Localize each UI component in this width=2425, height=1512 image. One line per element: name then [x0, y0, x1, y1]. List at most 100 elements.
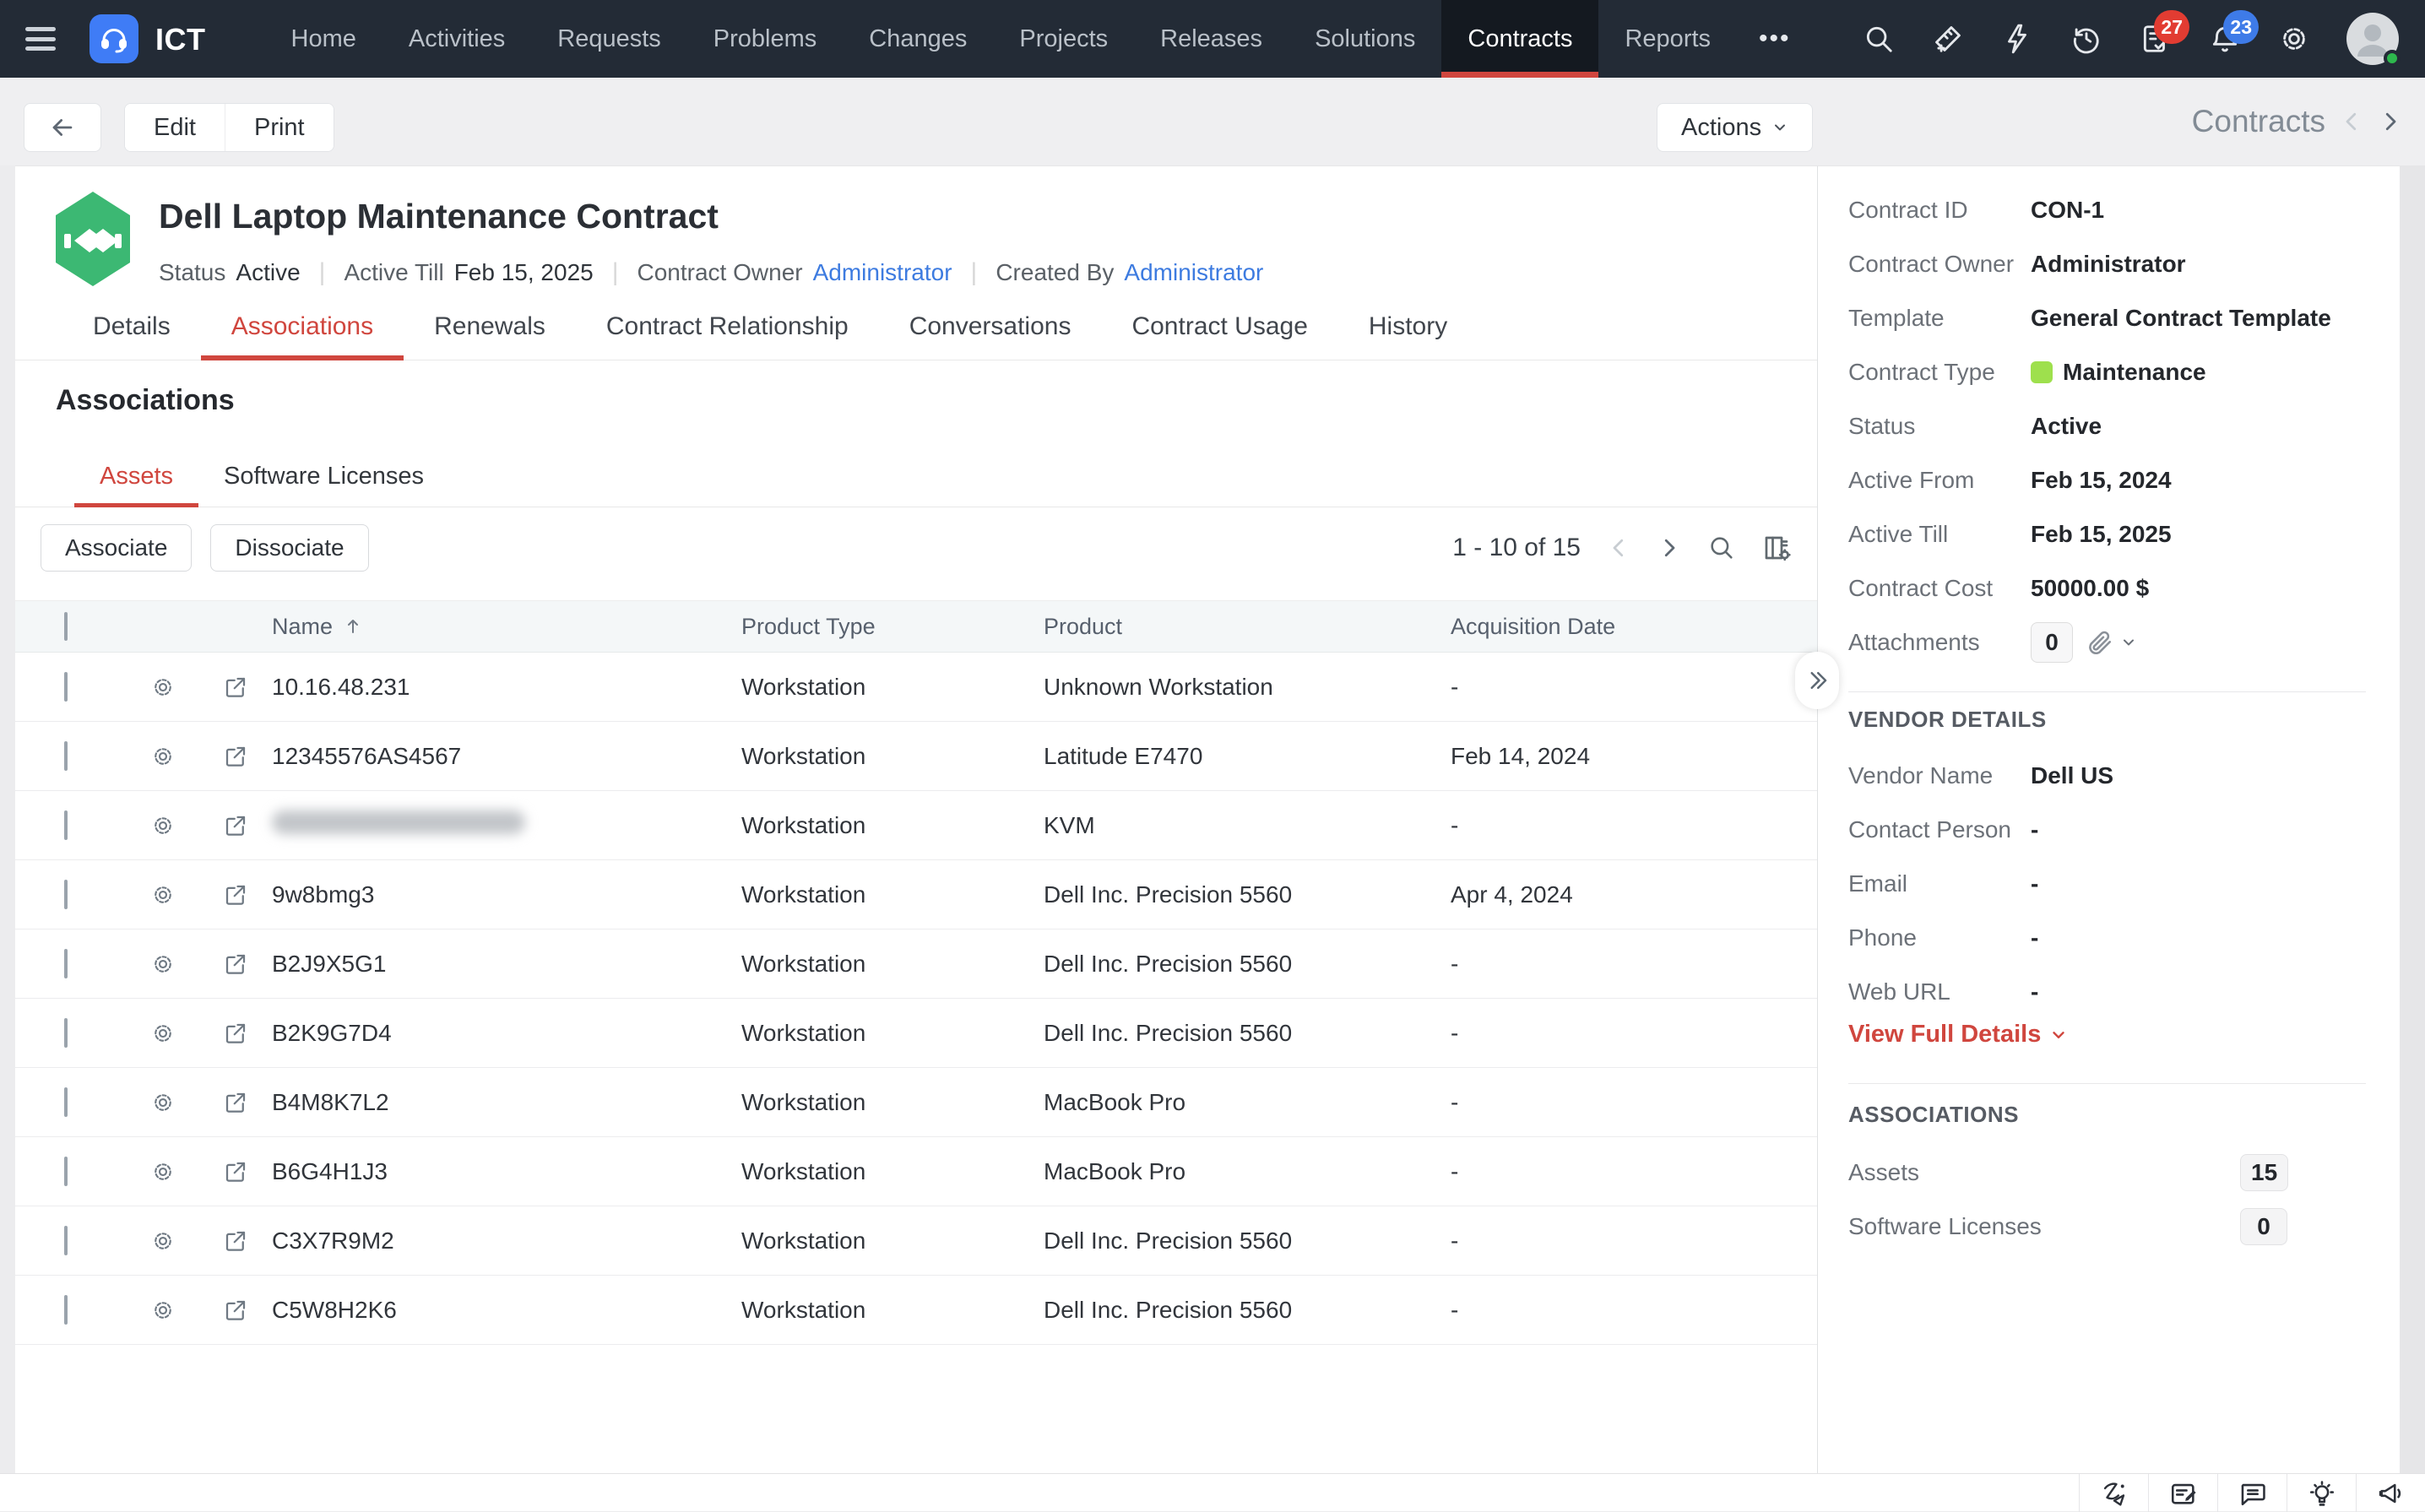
assets-table: Name Product Type Product Acquisition Da…	[15, 600, 1817, 1345]
owner-link[interactable]: Administrator	[813, 259, 952, 286]
row-settings-gear-icon[interactable]	[150, 1159, 176, 1184]
view-full-details-link[interactable]: View Full Details	[1848, 1021, 2068, 1049]
row-settings-gear-icon[interactable]	[150, 882, 176, 908]
column-header-name[interactable]: Name	[272, 614, 333, 640]
contract-type-swatch	[2031, 361, 2053, 383]
settings-gear-icon[interactable]	[2277, 22, 2311, 56]
open-in-new-icon[interactable]	[223, 1021, 248, 1046]
product-type-cell: Workstation	[741, 951, 1044, 978]
open-in-new-icon[interactable]	[223, 1298, 248, 1323]
row-checkbox[interactable]	[64, 949, 68, 978]
open-in-new-icon[interactable]	[223, 1159, 248, 1184]
subtab-assets[interactable]: Assets	[74, 445, 198, 507]
open-in-new-icon[interactable]	[223, 675, 248, 700]
row-checkbox[interactable]	[64, 810, 68, 840]
nav-item-reports[interactable]: Reports	[1598, 0, 1737, 78]
nav-item-changes[interactable]: Changes	[843, 0, 993, 78]
open-in-new-icon[interactable]	[223, 813, 248, 838]
row-settings-gear-icon[interactable]	[150, 951, 176, 977]
tab-conversations[interactable]: Conversations	[879, 293, 1102, 360]
column-header-acquisition-date[interactable]: Acquisition Date	[1451, 614, 1817, 640]
attachments-count[interactable]: 0	[2031, 622, 2073, 663]
feedback-note-icon[interactable]	[2148, 1474, 2217, 1512]
hamburger-menu-icon[interactable]	[25, 27, 56, 51]
nav-item-releases[interactable]: Releases	[1134, 0, 1288, 78]
dissociate-button[interactable]: Dissociate	[210, 524, 368, 572]
app-logo-headset-icon[interactable]	[90, 14, 138, 63]
user-avatar[interactable]	[2346, 13, 2399, 65]
search-icon[interactable]	[1862, 22, 1896, 56]
nav-item-requests[interactable]: Requests	[531, 0, 687, 78]
open-in-new-icon[interactable]	[223, 951, 248, 977]
table-search-icon[interactable]	[1707, 534, 1736, 562]
nav-more-button[interactable]: •••	[1737, 0, 1813, 78]
open-in-new-icon[interactable]	[223, 1090, 248, 1115]
print-button[interactable]: Print	[225, 104, 334, 151]
row-settings-gear-icon[interactable]	[150, 1090, 176, 1115]
association-count[interactable]: 0	[2240, 1208, 2287, 1245]
suggestions-bulb-icon[interactable]	[2287, 1474, 2356, 1512]
chat-icon[interactable]	[2217, 1474, 2287, 1512]
open-in-new-icon[interactable]	[223, 882, 248, 908]
open-in-new-icon[interactable]	[223, 744, 248, 769]
subtab-software-licenses[interactable]: Software Licenses	[198, 445, 449, 507]
nav-item-projects[interactable]: Projects	[993, 0, 1134, 78]
notifications-bell-icon[interactable]: 23	[2208, 22, 2242, 56]
actions-button[interactable]: Actions	[1657, 103, 1813, 152]
row-settings-gear-icon[interactable]	[150, 813, 176, 838]
tab-contract-usage[interactable]: Contract Usage	[1101, 293, 1337, 360]
sidebar-field-row: Contract Owner Administrator	[1848, 237, 2374, 291]
row-checkbox[interactable]	[64, 1087, 68, 1117]
row-checkbox[interactable]	[64, 880, 68, 909]
nav-item-solutions[interactable]: Solutions	[1288, 0, 1441, 78]
association-count[interactable]: 15	[2240, 1154, 2288, 1191]
column-header-product-type[interactable]: Product Type	[741, 614, 1044, 640]
row-settings-gear-icon[interactable]	[150, 744, 176, 769]
next-record-icon[interactable]	[2378, 106, 2403, 137]
created-by-link[interactable]: Administrator	[1124, 259, 1263, 286]
history-icon[interactable]	[2070, 22, 2103, 56]
nav-item-activities[interactable]: Activities	[382, 0, 531, 78]
open-in-new-icon[interactable]	[223, 1228, 248, 1254]
nav-item-problems[interactable]: Problems	[687, 0, 844, 78]
tab-associations[interactable]: Associations	[201, 293, 404, 360]
attachments-chevron-down-icon[interactable]	[2120, 634, 2137, 651]
nav-item-home[interactable]: Home	[265, 0, 382, 78]
chevron-down-icon	[1771, 119, 1788, 136]
row-checkbox[interactable]	[64, 1226, 68, 1255]
column-header-product[interactable]: Product	[1044, 614, 1451, 640]
product-cell: Latitude E7470	[1044, 743, 1451, 770]
nav-item-contracts[interactable]: Contracts	[1441, 0, 1598, 78]
quick-actions-icon[interactable]	[2000, 22, 2034, 56]
top-navigation-bar: ICT HomeActivitiesRequestsProblemsChange…	[0, 0, 2425, 78]
add-ticket-icon[interactable]	[1931, 22, 1965, 56]
back-button[interactable]	[24, 103, 101, 152]
scrollbar-gutter[interactable]	[2400, 165, 2425, 1473]
collapse-panel-icon[interactable]	[1795, 652, 1839, 709]
paperclip-icon[interactable]	[2085, 628, 2113, 657]
row-settings-gear-icon[interactable]	[150, 1021, 176, 1046]
approvals-icon[interactable]: 27	[2139, 22, 2173, 56]
sort-ascending-icon[interactable]	[343, 616, 363, 637]
row-checkbox[interactable]	[64, 672, 68, 702]
tab-renewals[interactable]: Renewals	[404, 293, 576, 360]
row-settings-gear-icon[interactable]	[150, 675, 176, 700]
tab-history[interactable]: History	[1338, 293, 1478, 360]
tab-details[interactable]: Details	[62, 293, 201, 360]
next-page-icon[interactable]	[1657, 534, 1682, 561]
edit-button[interactable]: Edit	[125, 104, 225, 151]
associate-button[interactable]: Associate	[41, 524, 192, 572]
previous-page-icon[interactable]	[1606, 534, 1631, 561]
row-checkbox[interactable]	[64, 1157, 68, 1186]
row-checkbox[interactable]	[64, 1295, 68, 1325]
previous-record-icon[interactable]	[2339, 106, 2364, 137]
announcements-megaphone-icon[interactable]	[2356, 1474, 2425, 1512]
tab-contract-relationship[interactable]: Contract Relationship	[576, 293, 879, 360]
row-checkbox[interactable]	[64, 741, 68, 771]
select-all-checkbox[interactable]	[64, 612, 68, 641]
row-settings-gear-icon[interactable]	[150, 1228, 176, 1254]
row-settings-gear-icon[interactable]	[150, 1298, 176, 1323]
zia-assistant-icon[interactable]	[2079, 1474, 2148, 1512]
column-chooser-icon[interactable]	[1761, 533, 1792, 563]
row-checkbox[interactable]	[64, 1018, 68, 1048]
